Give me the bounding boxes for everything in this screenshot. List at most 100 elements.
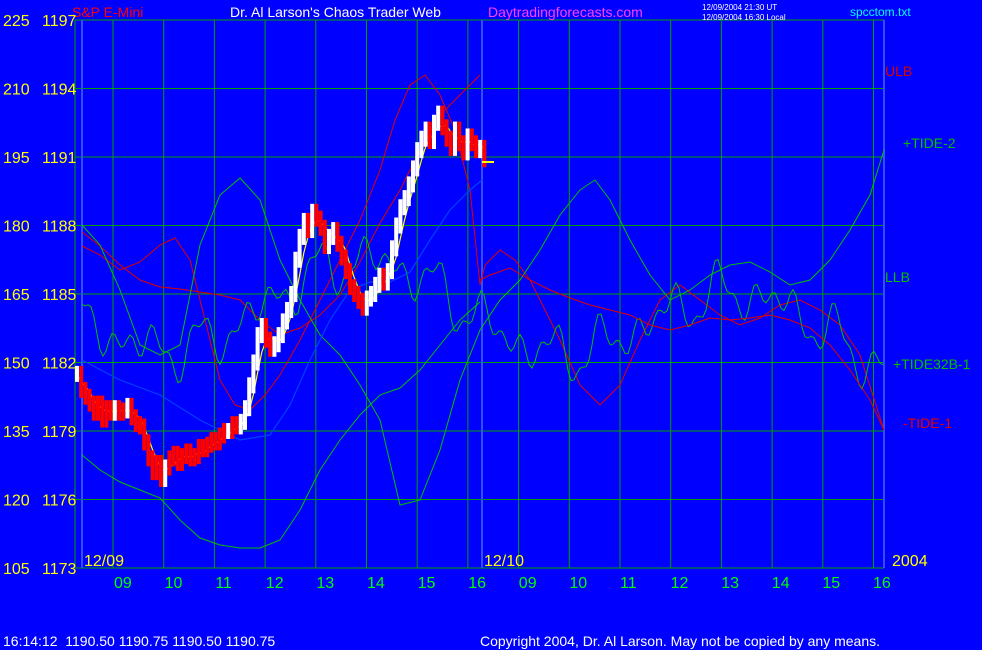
price-bar xyxy=(192,448,197,467)
price-bar xyxy=(411,160,415,193)
price-bar xyxy=(465,128,470,161)
price-bar xyxy=(117,400,121,421)
header-stamp-ut: 12/09/2004 21:30 UT xyxy=(702,3,777,12)
y-tick-price: 1191 xyxy=(42,150,77,167)
y-tick-price: 1188 xyxy=(42,219,77,236)
price-bar xyxy=(243,400,247,430)
x-tick-hour: 11 xyxy=(215,575,232,592)
price-bar xyxy=(142,418,147,451)
y-tick-price: 1185 xyxy=(42,287,77,304)
price-bar xyxy=(318,210,323,236)
price-bar xyxy=(406,176,411,207)
price-bar xyxy=(255,327,260,371)
price-bar xyxy=(171,445,176,467)
price-bar xyxy=(209,432,214,453)
footer-copyright: Copyright 2004, Dr. Al Larson. May not b… xyxy=(480,633,880,649)
price-bar xyxy=(453,121,457,156)
price-bar xyxy=(180,448,184,471)
y-tick-oscillator: 120 xyxy=(3,493,30,510)
y-tick-oscillator: 225 xyxy=(3,13,30,30)
price-bar xyxy=(138,416,142,435)
header-file: spcctom.txt xyxy=(850,5,911,19)
series-label-tide-2: +TIDE-2 xyxy=(903,135,956,151)
price-bar xyxy=(444,119,449,147)
price-bar xyxy=(163,459,168,487)
date-label-mid: 12/10 xyxy=(484,553,524,570)
price-bar xyxy=(402,190,407,216)
y-tick-oscillator: 165 xyxy=(3,287,30,304)
x-tick-hour: 10 xyxy=(165,575,183,592)
price-bar xyxy=(104,400,109,428)
price-bar xyxy=(276,327,281,353)
price-bar xyxy=(339,235,344,266)
series-label-llb: LLB xyxy=(885,269,910,285)
date-label-year: 2004 xyxy=(892,553,928,570)
x-tick-hour: 12 xyxy=(671,575,689,592)
y-tick-oscillator: 180 xyxy=(3,219,30,236)
price-bar xyxy=(352,279,357,302)
x-tick-hour: 10 xyxy=(569,575,587,592)
price-bar xyxy=(310,203,315,239)
price-bar xyxy=(482,139,487,168)
price-bar xyxy=(201,438,205,458)
header-stamp-local: 12/09/2004 16:30 Local xyxy=(702,13,786,22)
price-bar xyxy=(364,290,369,316)
header-site-link[interactable]: Daytradingforecasts.com xyxy=(488,4,643,20)
x-tick-hour: 09 xyxy=(114,575,132,592)
price-bar xyxy=(373,276,378,302)
price-bar xyxy=(331,222,336,245)
y-tick-price: 1176 xyxy=(42,493,77,510)
price-bar xyxy=(121,402,126,421)
y-tick-oscillator: 150 xyxy=(3,356,30,373)
x-tick-hour: 15 xyxy=(822,575,840,592)
x-tick-hour: 09 xyxy=(519,575,537,592)
price-bar xyxy=(322,219,327,255)
price-bar xyxy=(79,365,84,398)
price-bar xyxy=(478,139,483,159)
y-tick-price: 1179 xyxy=(42,424,77,441)
price-bar xyxy=(205,436,210,458)
price-bar xyxy=(327,228,331,255)
price-bar xyxy=(159,454,163,487)
price-bar xyxy=(238,413,243,435)
price-bar xyxy=(314,203,319,227)
price-bar xyxy=(369,286,373,307)
x-tick-hour: 14 xyxy=(367,575,385,592)
price-bar xyxy=(289,286,294,318)
x-tick-hour: 15 xyxy=(418,575,436,592)
y-tick-oscillator: 195 xyxy=(3,150,30,167)
price-bar xyxy=(184,443,189,465)
price-bar xyxy=(230,416,235,439)
price-bar xyxy=(356,286,361,309)
price-bar xyxy=(125,397,130,419)
price-bar xyxy=(188,443,193,467)
price-bar xyxy=(381,267,386,291)
price-bar xyxy=(167,450,172,476)
y-tick-oscillator: 105 xyxy=(3,561,30,578)
x-tick-hour: 11 xyxy=(620,575,637,592)
price-bar xyxy=(196,438,201,465)
x-tick-hour: 16 xyxy=(873,575,891,592)
price-bar xyxy=(175,445,180,471)
price-bar xyxy=(432,114,436,150)
price-bar xyxy=(272,336,277,357)
price-bar xyxy=(222,423,226,444)
price-bar xyxy=(419,130,424,159)
x-tick-hour: 16 xyxy=(468,575,486,592)
price-bar xyxy=(306,212,310,239)
price-bar xyxy=(360,292,365,316)
footer-quote: 16:14:12 1190.50 1190.75 1190.50 1190.75 xyxy=(3,633,275,649)
price-bar xyxy=(100,395,105,428)
price-bar xyxy=(297,228,302,268)
price-bar xyxy=(427,121,432,150)
y-tick-price: 1194 xyxy=(42,82,77,99)
price-bar xyxy=(285,301,289,330)
header-title: Dr. Al Larson's Chaos Trader Web xyxy=(230,4,441,20)
x-tick-hour: 14 xyxy=(772,575,790,592)
header-symbol: S&P E-Mini xyxy=(72,4,143,20)
x-tick-hour: 12 xyxy=(266,575,284,592)
price-bar xyxy=(398,199,403,234)
price-bar xyxy=(251,354,256,394)
x-tick-hour: 13 xyxy=(721,575,739,592)
price-bar xyxy=(415,142,420,177)
